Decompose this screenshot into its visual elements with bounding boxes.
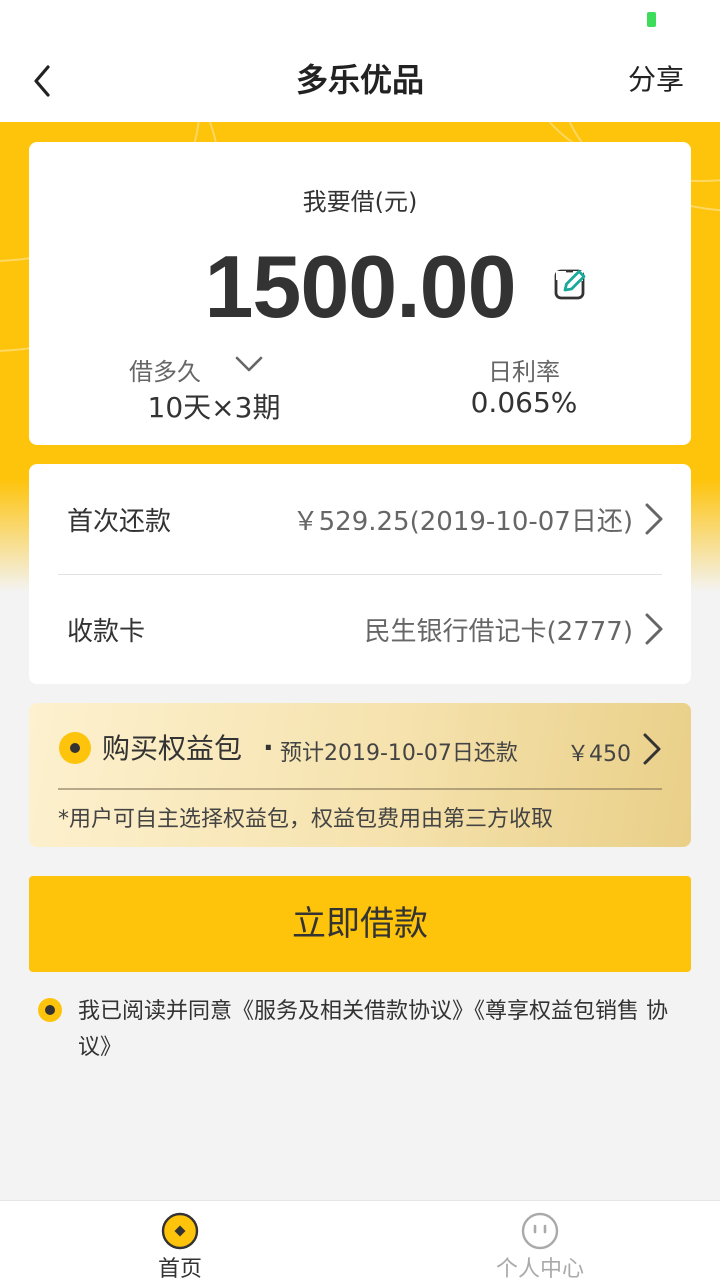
battery-icon bbox=[647, 12, 656, 27]
tab-bar: 首页 个人中心 bbox=[0, 1200, 720, 1280]
receiving-card-row[interactable]: 收款卡 民生银行借记卡(2777) bbox=[29, 574, 691, 684]
rate-label: 日利率 bbox=[488, 358, 560, 386]
agreement-checkbox[interactable] bbox=[38, 998, 62, 1022]
first-repayment-row[interactable]: 首次还款 ￥529.25(2019-10-07日还) bbox=[29, 464, 691, 574]
amount-card: 我要借(元) 1500.00 借多久 10天×3期 日利率 0.065% bbox=[29, 142, 691, 445]
benefit-separator: · bbox=[263, 731, 274, 764]
nav-bar: 多乐优品 分享 bbox=[0, 40, 720, 122]
face-icon bbox=[521, 1212, 559, 1250]
chevron-right-icon bbox=[645, 503, 663, 535]
chevron-right-icon bbox=[643, 733, 661, 765]
receiving-card-label: 收款卡 bbox=[67, 616, 146, 647]
benefit-note: *用户可自主选择权益包，权益包费用由第三方收取 bbox=[58, 807, 554, 832]
first-repayment-value: ￥529.25(2019-10-07日还) bbox=[292, 506, 633, 537]
coin-icon bbox=[161, 1212, 199, 1250]
status-bar bbox=[0, 0, 720, 40]
tab-home-label: 首页 bbox=[157, 1257, 202, 1280]
tab-home[interactable]: 首页 bbox=[90, 1201, 270, 1280]
chevron-down-icon[interactable] bbox=[234, 352, 264, 376]
term-value[interactable]: 10天×3期 bbox=[89, 386, 339, 426]
agreement-text[interactable]: 我已阅读并同意《服务及相关借款协议》《尊享权益包销售 协议》 bbox=[78, 994, 678, 1066]
benefit-due-date: 预计2019-10-07日还款 bbox=[280, 741, 518, 766]
divider bbox=[58, 788, 662, 790]
first-repayment-label: 首次还款 bbox=[67, 506, 172, 537]
repayment-card: 首次还款 ￥529.25(2019-10-07日还) 收款卡 民生银行借记卡(2… bbox=[29, 464, 691, 684]
borrow-now-button[interactable]: 立即借款 bbox=[29, 876, 691, 972]
tab-profile-label: 个人中心 bbox=[495, 1257, 584, 1280]
benefit-title: 购买权益包 bbox=[102, 732, 243, 765]
share-button[interactable]: 分享 bbox=[628, 58, 684, 102]
benefit-package-card[interactable]: 购买权益包 · 预计2019-10-07日还款 ￥450 *用户可自主选择权益包… bbox=[29, 703, 691, 847]
receiving-card-value: 民生银行借记卡(2777) bbox=[364, 616, 633, 647]
chevron-right-icon bbox=[645, 613, 663, 645]
term-label: 借多久 bbox=[129, 358, 201, 386]
amount-label: 我要借(元) bbox=[302, 188, 418, 216]
edit-icon[interactable] bbox=[553, 266, 589, 302]
rate-value: 0.065% bbox=[470, 386, 578, 419]
page-title: 多乐优品 bbox=[295, 61, 424, 99]
benefit-price: ￥450 bbox=[567, 742, 631, 767]
benefit-radio[interactable] bbox=[59, 732, 91, 764]
amount-value: 1500.00 bbox=[204, 237, 516, 336]
tab-profile[interactable]: 个人中心 bbox=[450, 1201, 630, 1280]
